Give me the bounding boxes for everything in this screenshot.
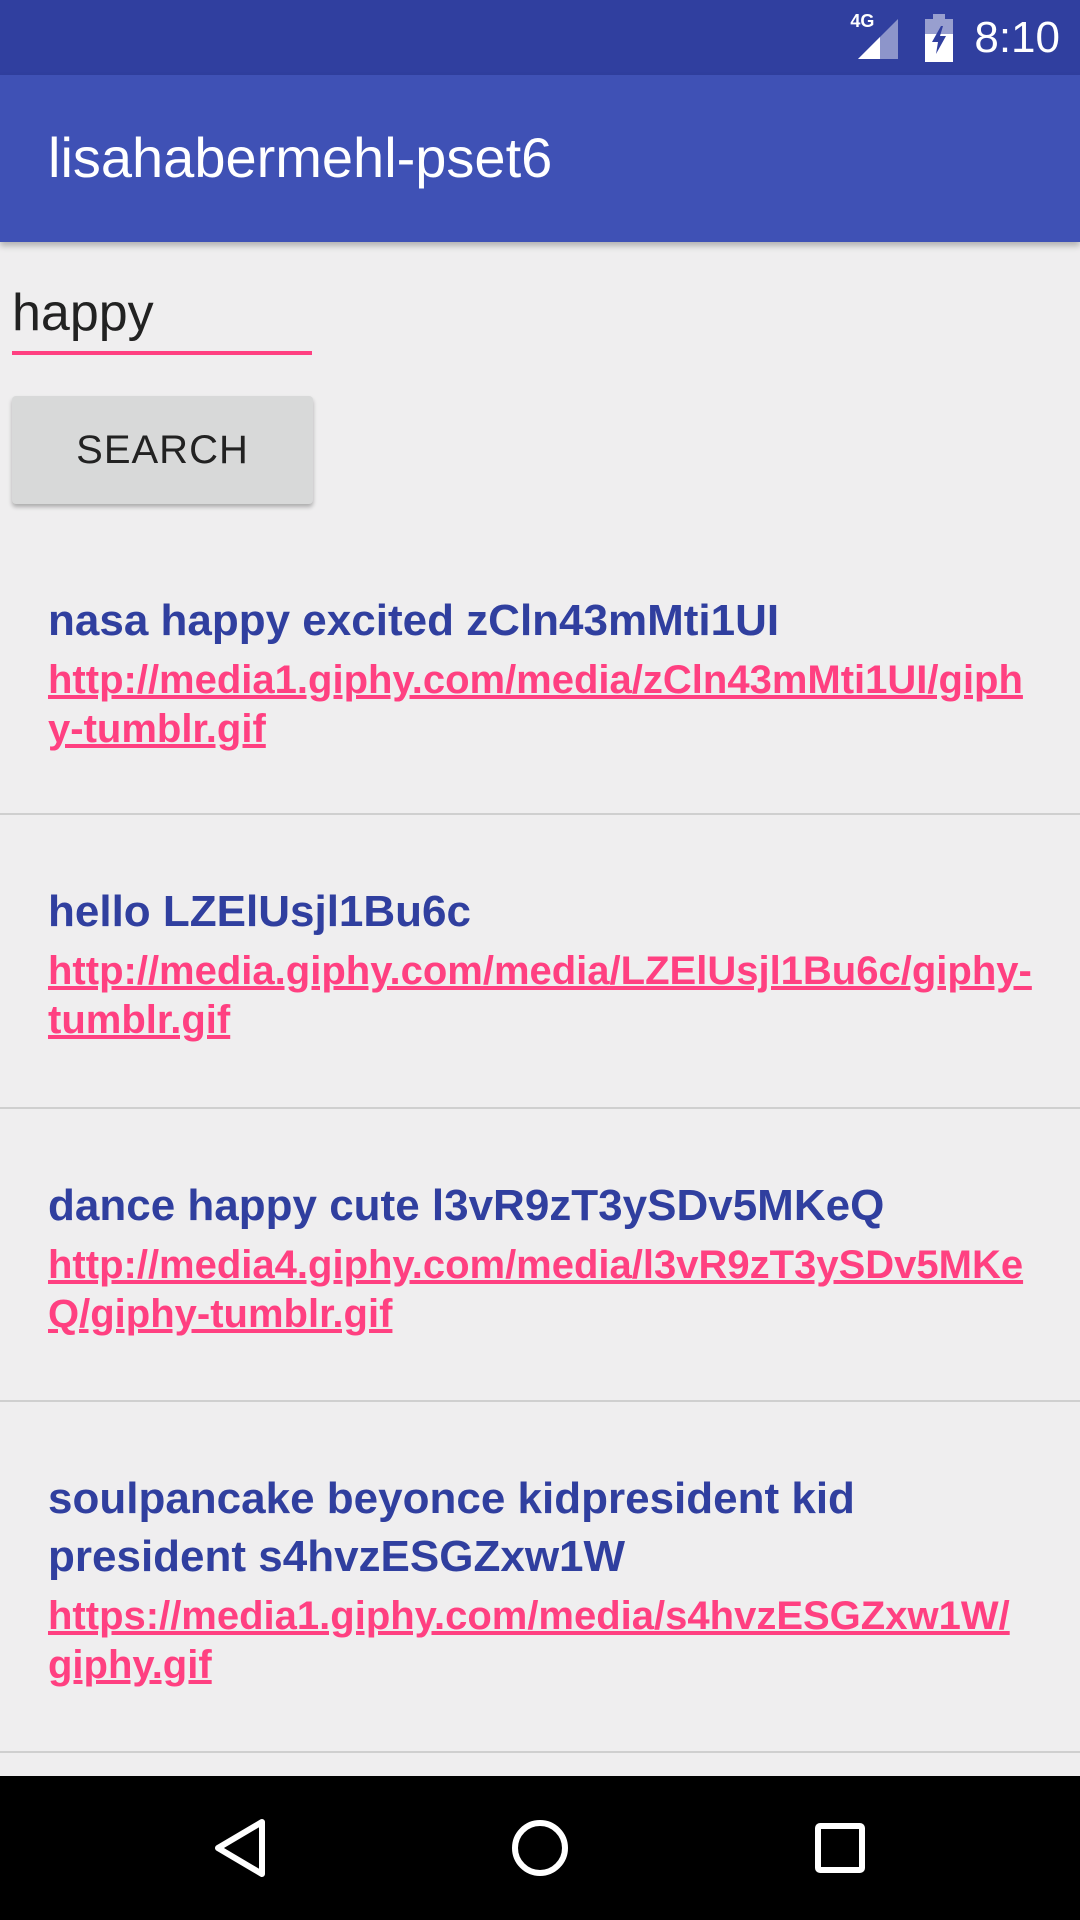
result-title: hello LZElUsjl1Bu6c <box>48 887 471 936</box>
result-link[interactable]: http://media1.giphy.com/media/zCln43mMti… <box>48 656 1032 754</box>
battery-charging-icon <box>924 13 954 62</box>
app-title: lisahabermehl-pset6 <box>48 126 553 189</box>
search-button[interactable]: SEARCH <box>12 396 313 504</box>
result-link[interactable]: http://media.giphy.com/media/LZElUsjl1Bu… <box>48 947 1032 1045</box>
list-item[interactable]: soulpancake beyonce kidpresident kid pre… <box>0 1402 1080 1753</box>
list-item[interactable]: nasa happy excited zCln43mMti1UI http://… <box>0 520 1080 815</box>
list-item[interactable]: hello LZElUsjl1Bu6c http://media.giphy.c… <box>0 815 1080 1109</box>
status-bar: 4G 8:10 <box>0 0 1080 75</box>
status-time: 8:10 <box>974 12 1060 62</box>
recents-icon[interactable] <box>804 1812 876 1884</box>
app-bar: lisahabermehl-pset6 <box>0 75 1080 242</box>
signal-icon: 4G <box>850 11 906 61</box>
result-title: soulpancake beyonce kidpresident kid pre… <box>48 1474 855 1581</box>
result-title: dance happy cute l3vR9zT3ySDv5MKeQ <box>48 1181 885 1230</box>
navigation-bar <box>0 1776 1080 1920</box>
home-icon[interactable] <box>504 1812 576 1884</box>
result-list: nasa happy excited zCln43mMti1UI http://… <box>0 520 1080 1753</box>
result-title: nasa happy excited zCln43mMti1UI <box>48 596 780 645</box>
status-icons: 4G 8:10 <box>850 0 1060 75</box>
result-link[interactable]: http://media4.giphy.com/media/l3vR9zT3yS… <box>48 1241 1032 1339</box>
back-icon[interactable] <box>204 1812 276 1884</box>
list-item[interactable]: dance happy cute l3vR9zT3ySDv5MKeQ http:… <box>0 1109 1080 1402</box>
search-input[interactable] <box>12 275 312 355</box>
result-link[interactable]: https://media1.giphy.com/media/s4hvzESGZ… <box>48 1592 1032 1690</box>
